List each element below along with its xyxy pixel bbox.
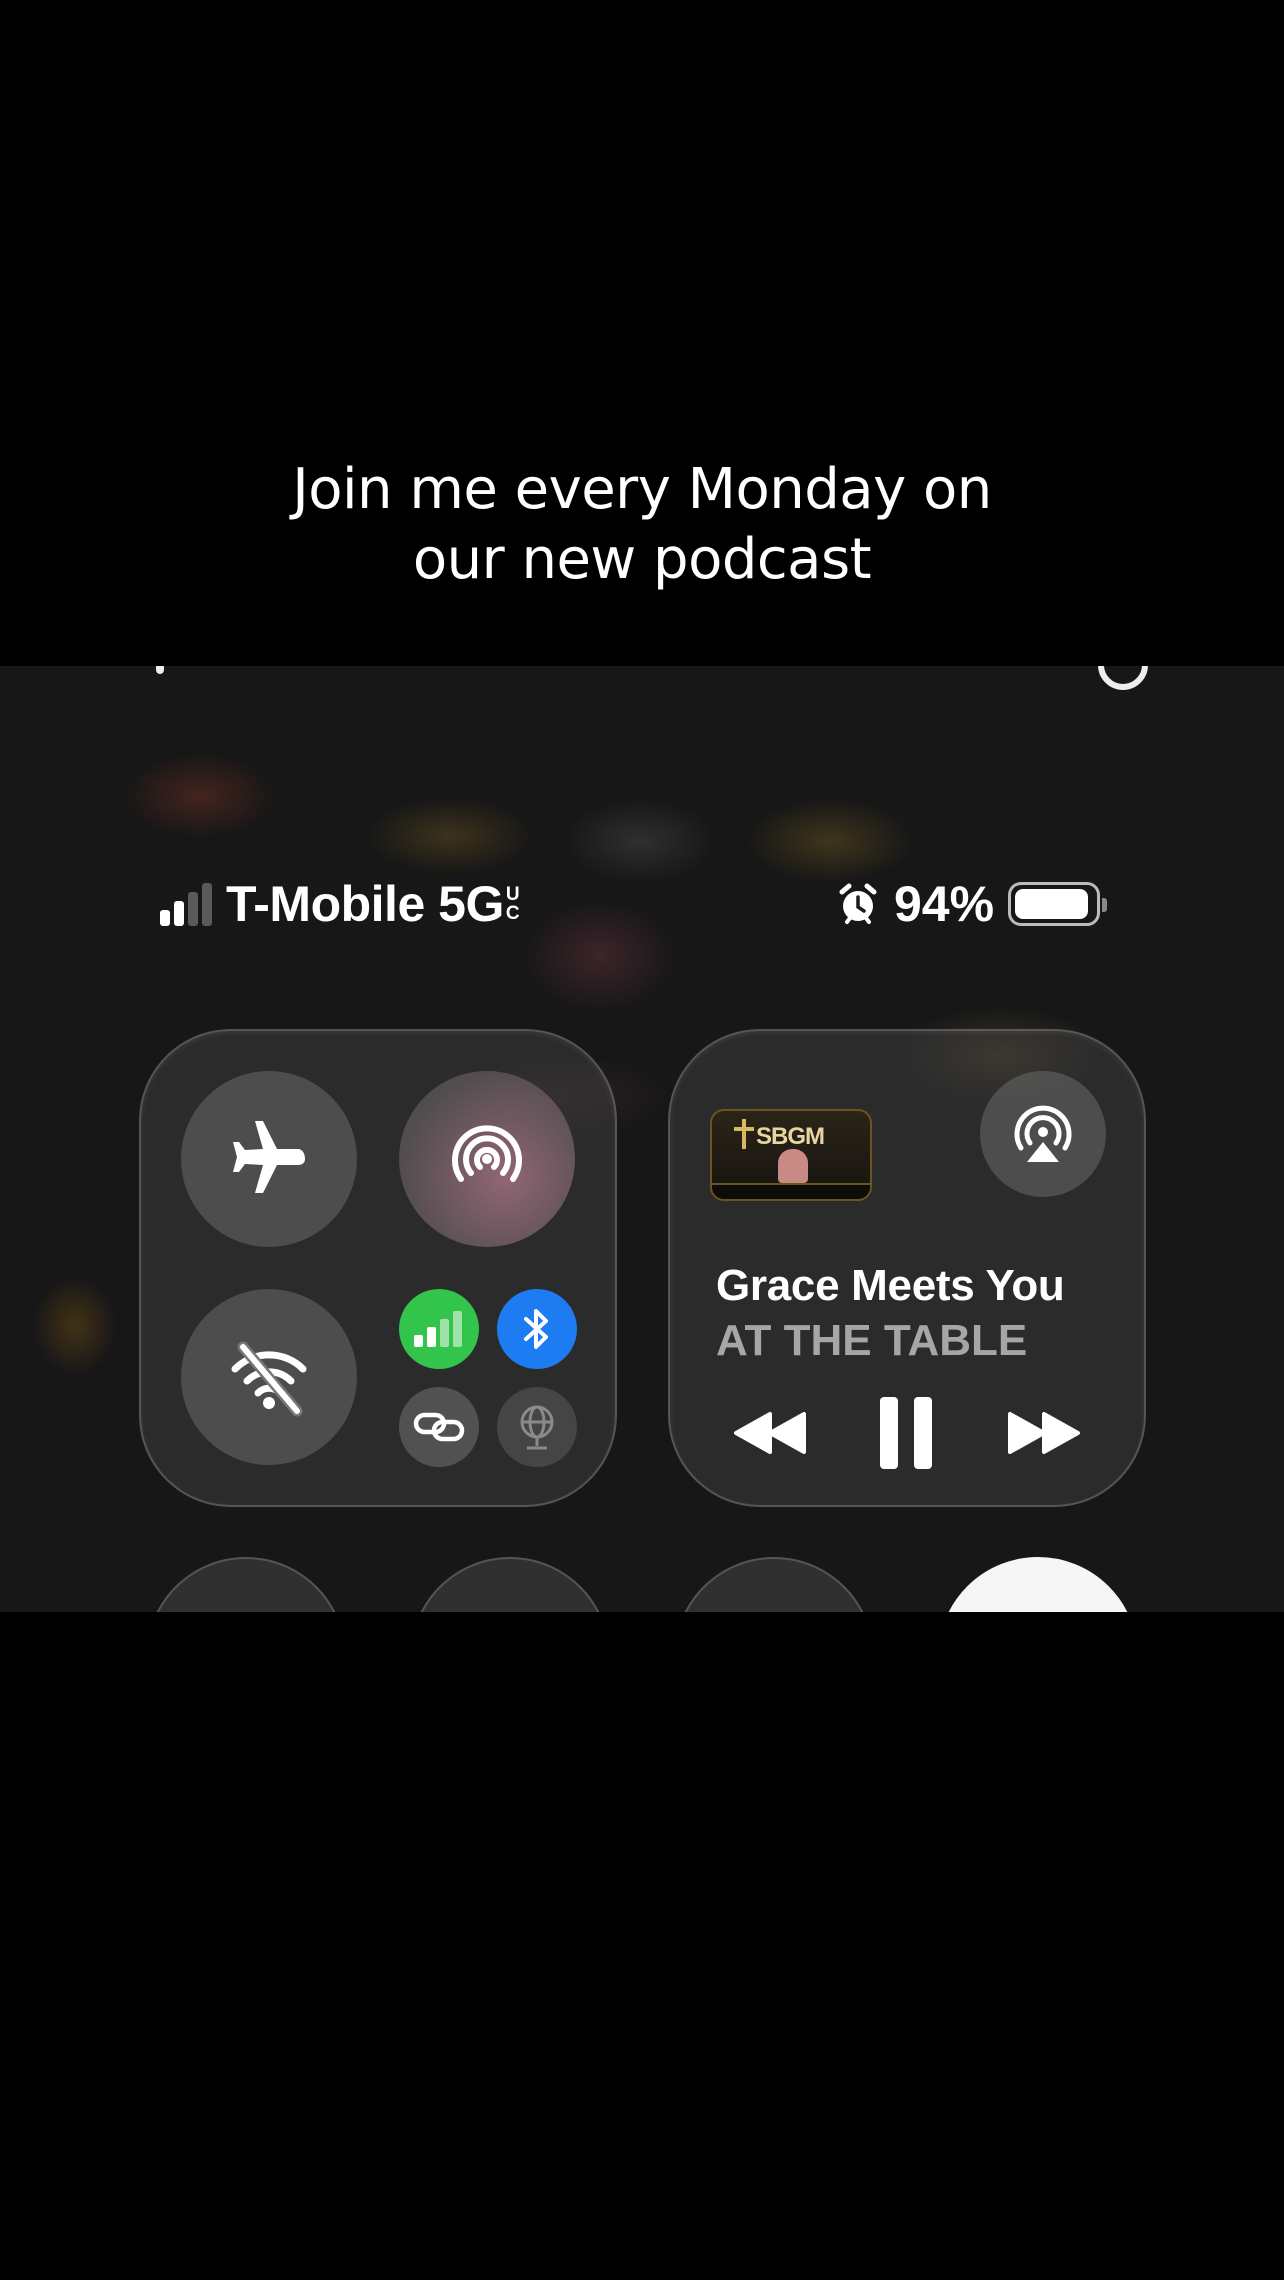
link-icon bbox=[413, 1412, 465, 1442]
control-button-3[interactable] bbox=[674, 1557, 874, 1612]
signal-bar bbox=[160, 910, 170, 926]
cellular-data-button[interactable] bbox=[399, 1289, 479, 1369]
globe-icon bbox=[520, 1405, 554, 1450]
status-bar-right: 94% bbox=[836, 876, 1108, 932]
airplay-button[interactable] bbox=[980, 1071, 1106, 1197]
control-button-2[interactable] bbox=[410, 1557, 610, 1612]
signal-icon bbox=[160, 882, 212, 926]
control-center: T-Mobile 5G U C 94% SBGM Grace Meets You… bbox=[0, 666, 1284, 1612]
connectivity-module[interactable] bbox=[139, 1029, 617, 1507]
carrier-label: T-Mobile 5G bbox=[226, 876, 504, 932]
wifi-off-icon bbox=[231, 1341, 307, 1417]
battery-percentage: 94% bbox=[894, 876, 995, 932]
status-bar-left: T-Mobile 5G U C bbox=[160, 876, 520, 932]
wifi-button[interactable] bbox=[181, 1289, 357, 1465]
airdrop-icon bbox=[452, 1125, 522, 1182]
fast-forward-icon bbox=[1008, 1412, 1080, 1454]
pause-button[interactable] bbox=[866, 1393, 946, 1473]
network-suffix: U C bbox=[506, 885, 520, 923]
bluetooth-icon bbox=[524, 1309, 548, 1349]
airplane-mode-button[interactable] bbox=[181, 1071, 357, 1247]
battery-fill bbox=[1015, 889, 1089, 919]
artwork-text: SBGM bbox=[756, 1123, 825, 1150]
personal-hotspot-button[interactable] bbox=[399, 1387, 479, 1467]
bluetooth-button[interactable] bbox=[497, 1289, 577, 1369]
track-title: Grace Meets You bbox=[716, 1261, 1065, 1310]
artwork-ticker bbox=[712, 1183, 870, 1199]
playback-controls bbox=[670, 1393, 1144, 1473]
airdrop-button[interactable] bbox=[399, 1071, 575, 1247]
signal-bar bbox=[188, 892, 198, 926]
now-playing-module[interactable]: SBGM Grace Meets You AT THE TABLE bbox=[668, 1029, 1146, 1507]
album-artwork[interactable]: SBGM bbox=[710, 1109, 872, 1201]
airplay-icon bbox=[1014, 1105, 1072, 1162]
signal-bar bbox=[174, 901, 184, 926]
clipped-focus-ring bbox=[1098, 666, 1148, 690]
control-button-1[interactable] bbox=[146, 1557, 346, 1612]
cellular-icon bbox=[414, 1311, 462, 1347]
control-button-4[interactable] bbox=[938, 1557, 1138, 1612]
alarm-icon bbox=[839, 883, 877, 924]
rewind-icon bbox=[734, 1412, 806, 1454]
battery-icon bbox=[1008, 882, 1108, 926]
caption-line-1: Join me every Monday on bbox=[292, 457, 992, 522]
track-artist: AT THE TABLE bbox=[716, 1316, 1028, 1365]
airplane-icon bbox=[233, 1121, 305, 1193]
network-suffix-bottom: C bbox=[505, 903, 520, 924]
artwork-host bbox=[778, 1149, 808, 1183]
cross-glyph bbox=[734, 1119, 754, 1149]
pause-icon bbox=[880, 1397, 932, 1469]
rewind-button[interactable] bbox=[730, 1393, 810, 1473]
fast-forward-button[interactable] bbox=[1004, 1393, 1084, 1473]
clipped-status-glyph bbox=[156, 666, 164, 674]
video-caption: Join me every Monday on our new podcast bbox=[0, 455, 1284, 595]
signal-bar bbox=[202, 883, 212, 926]
caption-line-2: our new podcast bbox=[412, 527, 872, 592]
vpn-button[interactable] bbox=[497, 1387, 577, 1467]
network-suffix-top: U bbox=[505, 884, 520, 905]
